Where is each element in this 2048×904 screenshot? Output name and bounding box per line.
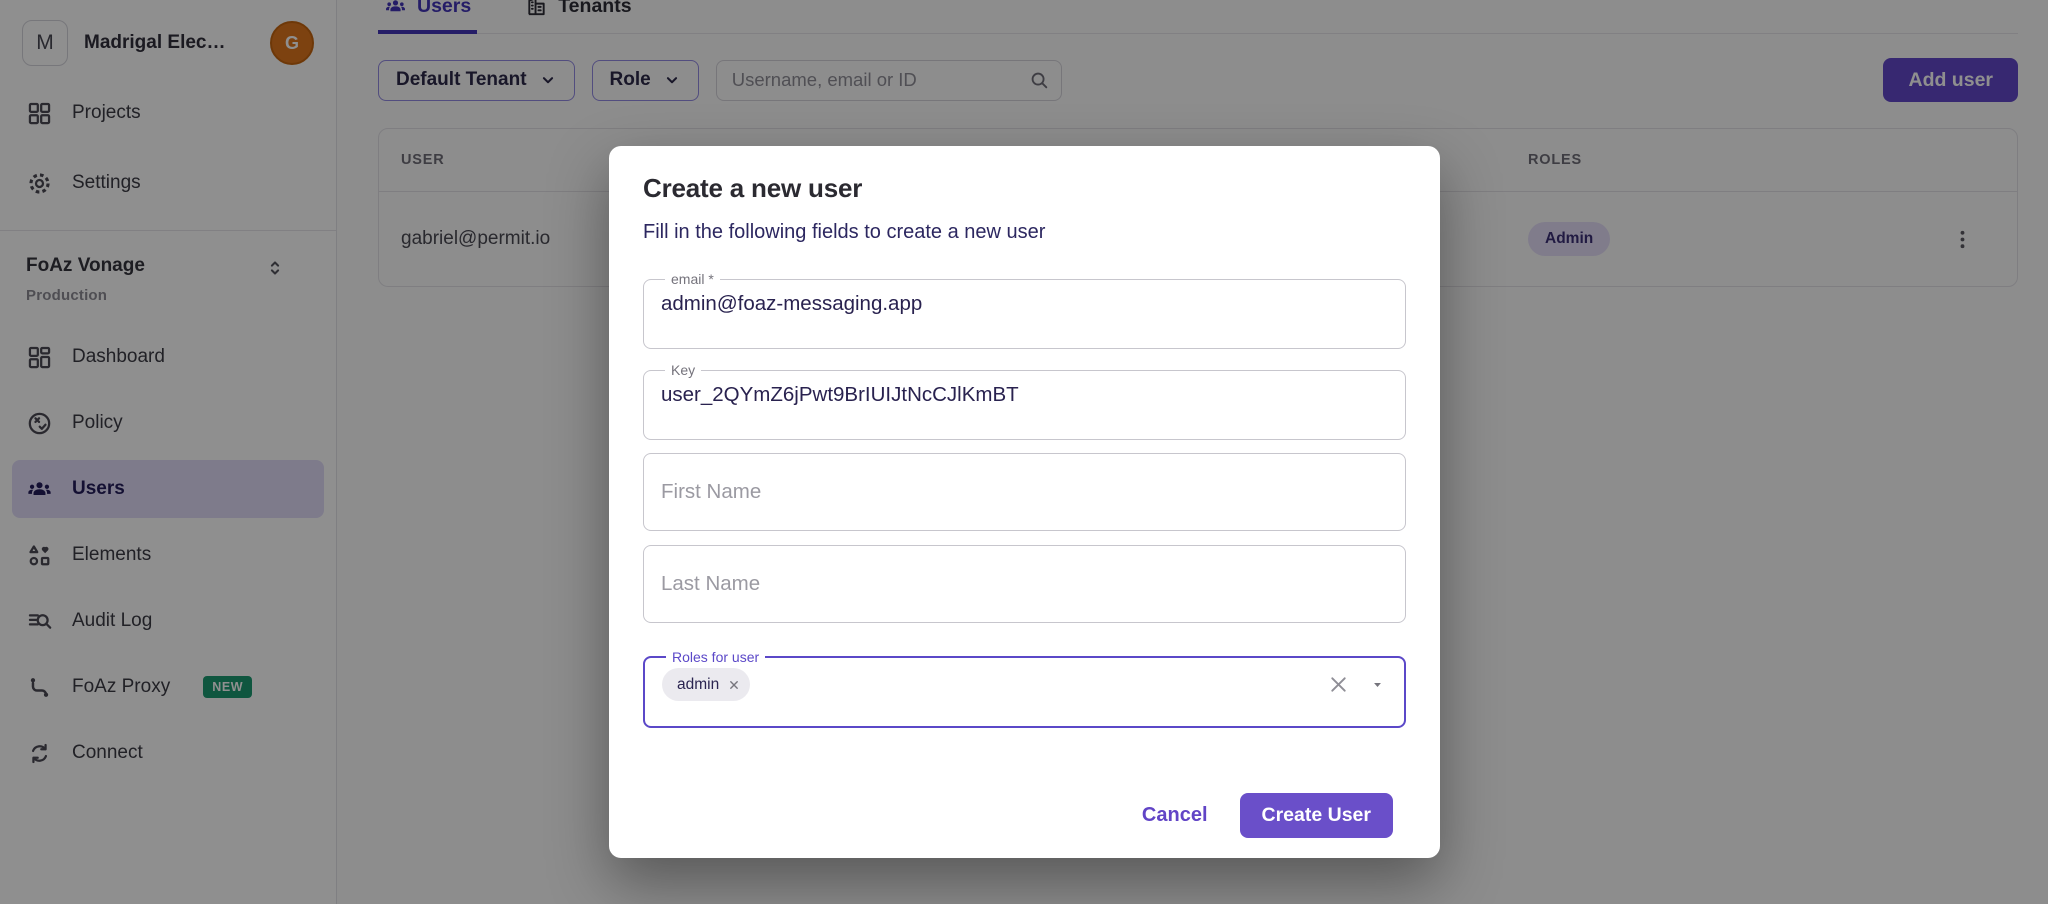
cancel-button[interactable]: Cancel (1142, 804, 1208, 827)
create-user-modal: Create a new user Fill in the following … (609, 146, 1440, 858)
email-field-label: email * (665, 271, 720, 287)
first-name-input[interactable] (661, 480, 1388, 504)
last-name-field[interactable] (643, 545, 1406, 623)
chip-remove-icon[interactable] (727, 678, 741, 692)
role-chip-admin[interactable]: admin (662, 668, 750, 701)
create-user-button[interactable]: Create User (1240, 793, 1393, 838)
roles-field-label: Roles for user (666, 649, 765, 665)
email-field-value[interactable]: admin@foaz-messaging.app (661, 292, 1388, 316)
modal-title: Create a new user (643, 173, 1406, 204)
roles-field[interactable]: Roles for user admin (643, 649, 1406, 728)
modal-actions: Cancel Create User (643, 793, 1406, 848)
role-chip-label: admin (677, 676, 719, 694)
last-name-input[interactable] (661, 572, 1388, 596)
key-field-label: Key (665, 362, 701, 378)
clear-selection-icon[interactable] (1327, 673, 1350, 696)
key-field[interactable]: Key user_2QYmZ6jPwt9BrIUIJtNcCJlKmBT (643, 362, 1406, 440)
modal-subtitle: Fill in the following fields to create a… (643, 221, 1406, 244)
dropdown-caret-icon[interactable] (1370, 677, 1385, 692)
create-user-form: email * admin@foaz-messaging.app Key use… (643, 271, 1406, 741)
first-name-field[interactable] (643, 453, 1406, 531)
roles-field-icons (1327, 673, 1387, 696)
key-field-value[interactable]: user_2QYmZ6jPwt9BrIUIJtNcCJlKmBT (661, 383, 1388, 407)
email-field[interactable]: email * admin@foaz-messaging.app (643, 271, 1406, 349)
